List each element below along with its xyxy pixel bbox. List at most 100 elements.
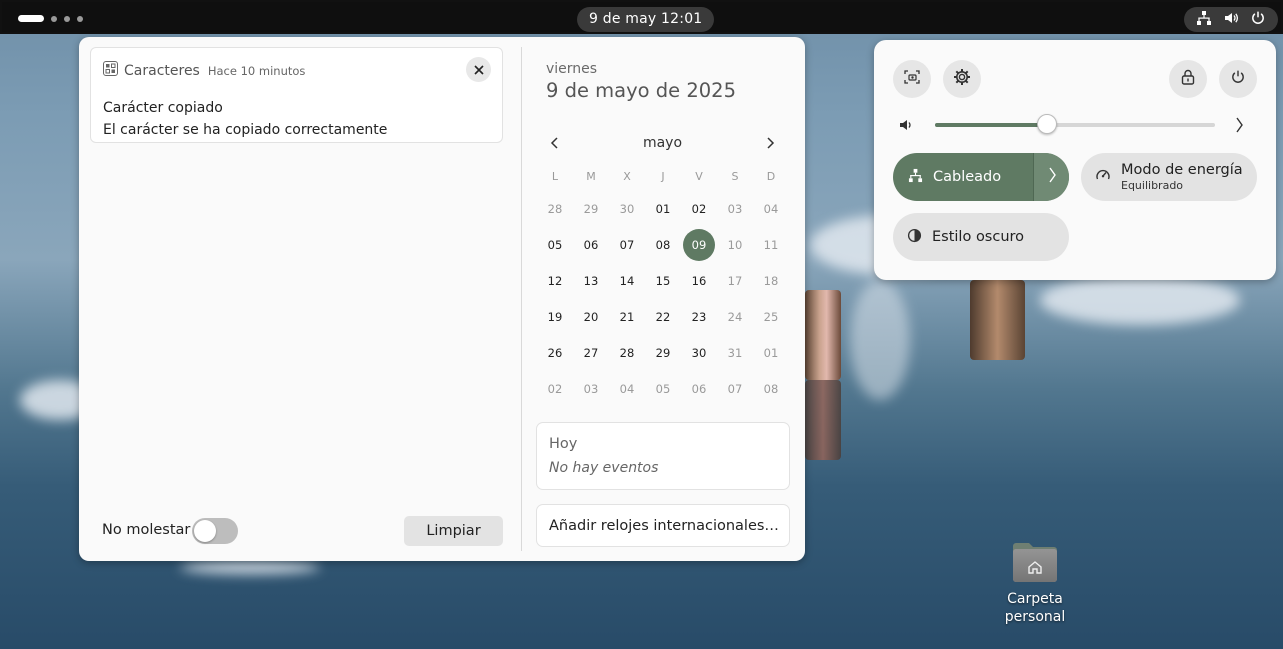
do-not-disturb-label: No molestar [102, 522, 191, 538]
dark-style-toggle[interactable]: Estilo oscuro [893, 213, 1069, 261]
notification-time: Hace 10 minutos [207, 63, 306, 78]
power-off-button[interactable] [1219, 60, 1257, 98]
calendar-day[interactable]: 26 [539, 337, 571, 369]
notification-close-button[interactable] [466, 57, 491, 82]
wired-network-toggle[interactable]: Cableado [893, 153, 1069, 201]
gear-icon [953, 68, 971, 90]
screenshot-button[interactable] [893, 60, 931, 98]
calendar-day[interactable]: 04 [755, 193, 787, 225]
day-of-week-label: M [586, 170, 596, 183]
date-menu-panel: Caracteres Hace 10 minutos Carácter copi… [79, 37, 805, 561]
active-workspace-indicator [18, 15, 44, 22]
calendar-day[interactable]: 24 [719, 301, 751, 333]
events-section[interactable]: Hoy No hay eventos [536, 422, 790, 490]
calendar-day[interactable]: 03 [575, 373, 607, 405]
calendar-day[interactable]: 07 [719, 373, 751, 405]
next-month-button[interactable] [762, 135, 778, 151]
chevron-right-icon [1047, 166, 1057, 188]
calendar-day[interactable]: 08 [755, 373, 787, 405]
calendar-day[interactable]: 19 [539, 301, 571, 333]
power-mode-toggle[interactable]: Modo de energía Equilibrado [1081, 153, 1257, 201]
volume-slider[interactable] [935, 114, 1215, 134]
calendar-day[interactable]: 20 [575, 301, 607, 333]
calendar-day[interactable]: 06 [683, 373, 715, 405]
calendar-day[interactable]: 18 [755, 265, 787, 297]
calendar-day[interactable]: 13 [575, 265, 607, 297]
power-mode-label: Modo de energía [1121, 162, 1243, 178]
calendar-day[interactable]: 07 [611, 229, 643, 261]
calendar-day[interactable]: 17 [719, 265, 751, 297]
calendar-day[interactable]: 15 [647, 265, 679, 297]
calendar-day[interactable]: 06 [575, 229, 607, 261]
calendar-day[interactable]: 12 [539, 265, 571, 297]
chevron-right-icon [765, 134, 775, 153]
do-not-disturb-toggle[interactable] [192, 518, 238, 544]
screenshot-icon [904, 69, 920, 89]
chevron-left-icon [550, 134, 560, 153]
notification-card[interactable]: Caracteres Hace 10 minutos Carácter copi… [90, 47, 503, 143]
calendar-day[interactable]: 14 [611, 265, 643, 297]
calendar-day[interactable]: 05 [647, 373, 679, 405]
workspace-dot [64, 15, 70, 22]
calendar-day[interactable]: 30 [611, 193, 643, 225]
home-folder-desktop-icon[interactable]: Carpeta personal [998, 540, 1072, 626]
wired-network-menu-button[interactable] [1033, 153, 1069, 201]
home-folder-label: Carpeta personal [1004, 591, 1066, 625]
day-of-week-label: J [661, 170, 665, 183]
calendar-month-label: mayo [642, 135, 683, 151]
clock-button[interactable]: 9 de may 12:01 [577, 7, 715, 32]
home-folder-icon [1011, 540, 1059, 584]
calendar-day[interactable]: 03 [719, 193, 751, 225]
calendar-day[interactable]: 04 [611, 373, 643, 405]
network-wired-icon [908, 168, 923, 187]
calendar-day[interactable]: 05 [539, 229, 571, 261]
power-icon [1230, 69, 1246, 89]
calendar-day[interactable]: 29 [575, 193, 607, 225]
calendar-day[interactable]: 23 [683, 301, 715, 333]
calendar-day[interactable]: 22 [647, 301, 679, 333]
previous-month-button[interactable] [547, 135, 563, 151]
calendar-day[interactable]: 25 [755, 301, 787, 333]
notification-title: Carácter copiado [103, 100, 223, 116]
volume-slider-handle[interactable] [1037, 114, 1057, 134]
calendar-day[interactable]: 28 [539, 193, 571, 225]
calendar-day[interactable]: 16 [683, 265, 715, 297]
day-of-week-label: V [695, 170, 703, 183]
toggle-knob [194, 520, 216, 542]
characters-app-icon [103, 61, 118, 80]
calendar-day-today[interactable]: 09 [683, 229, 715, 261]
calendar-day[interactable]: 08 [647, 229, 679, 261]
settings-button[interactable] [943, 60, 981, 98]
activities-indicator[interactable] [18, 15, 83, 22]
volume-icon [898, 117, 914, 137]
calendar-day[interactable]: 28 [611, 337, 643, 369]
lock-screen-button[interactable] [1169, 60, 1207, 98]
calendar-day[interactable]: 01 [647, 193, 679, 225]
calendar-day[interactable]: 30 [683, 337, 715, 369]
calendar-day[interactable]: 29 [647, 337, 679, 369]
dark-style-label: Estilo oscuro [932, 229, 1025, 245]
day-of-week-label: S [731, 170, 739, 183]
calendar-day[interactable]: 21 [611, 301, 643, 333]
volume-output-chevron-right-icon[interactable] [1234, 116, 1244, 138]
calendar-day[interactable]: 01 [755, 337, 787, 369]
power-mode-value: Equilibrado [1121, 179, 1184, 192]
day-of-week-label: L [551, 170, 559, 183]
current-full-date[interactable]: 9 de mayo de 2025 [546, 79, 736, 102]
add-world-clocks-button[interactable]: Añadir relojes internacionales… [536, 504, 790, 547]
notification-body: El carácter se ha copiado correctamente [103, 122, 388, 138]
calendar-day[interactable]: 02 [683, 193, 715, 225]
notification-app-name: Caracteres [124, 62, 200, 79]
current-weekday[interactable]: viernes [546, 61, 597, 77]
calendar-day[interactable]: 31 [719, 337, 751, 369]
system-tray-button[interactable] [1184, 7, 1278, 32]
calendar-day[interactable]: 02 [539, 373, 571, 405]
clear-notifications-button[interactable]: Limpiar [404, 516, 503, 546]
calendar-day[interactable]: 27 [575, 337, 607, 369]
day-of-week-label: D [766, 170, 776, 183]
power-icon [1250, 10, 1266, 30]
calendar-day[interactable]: 11 [755, 229, 787, 261]
no-events-text: No hay eventos [549, 460, 659, 476]
calendar-day[interactable]: 10 [719, 229, 751, 261]
power-profile-icon [1095, 167, 1111, 187]
